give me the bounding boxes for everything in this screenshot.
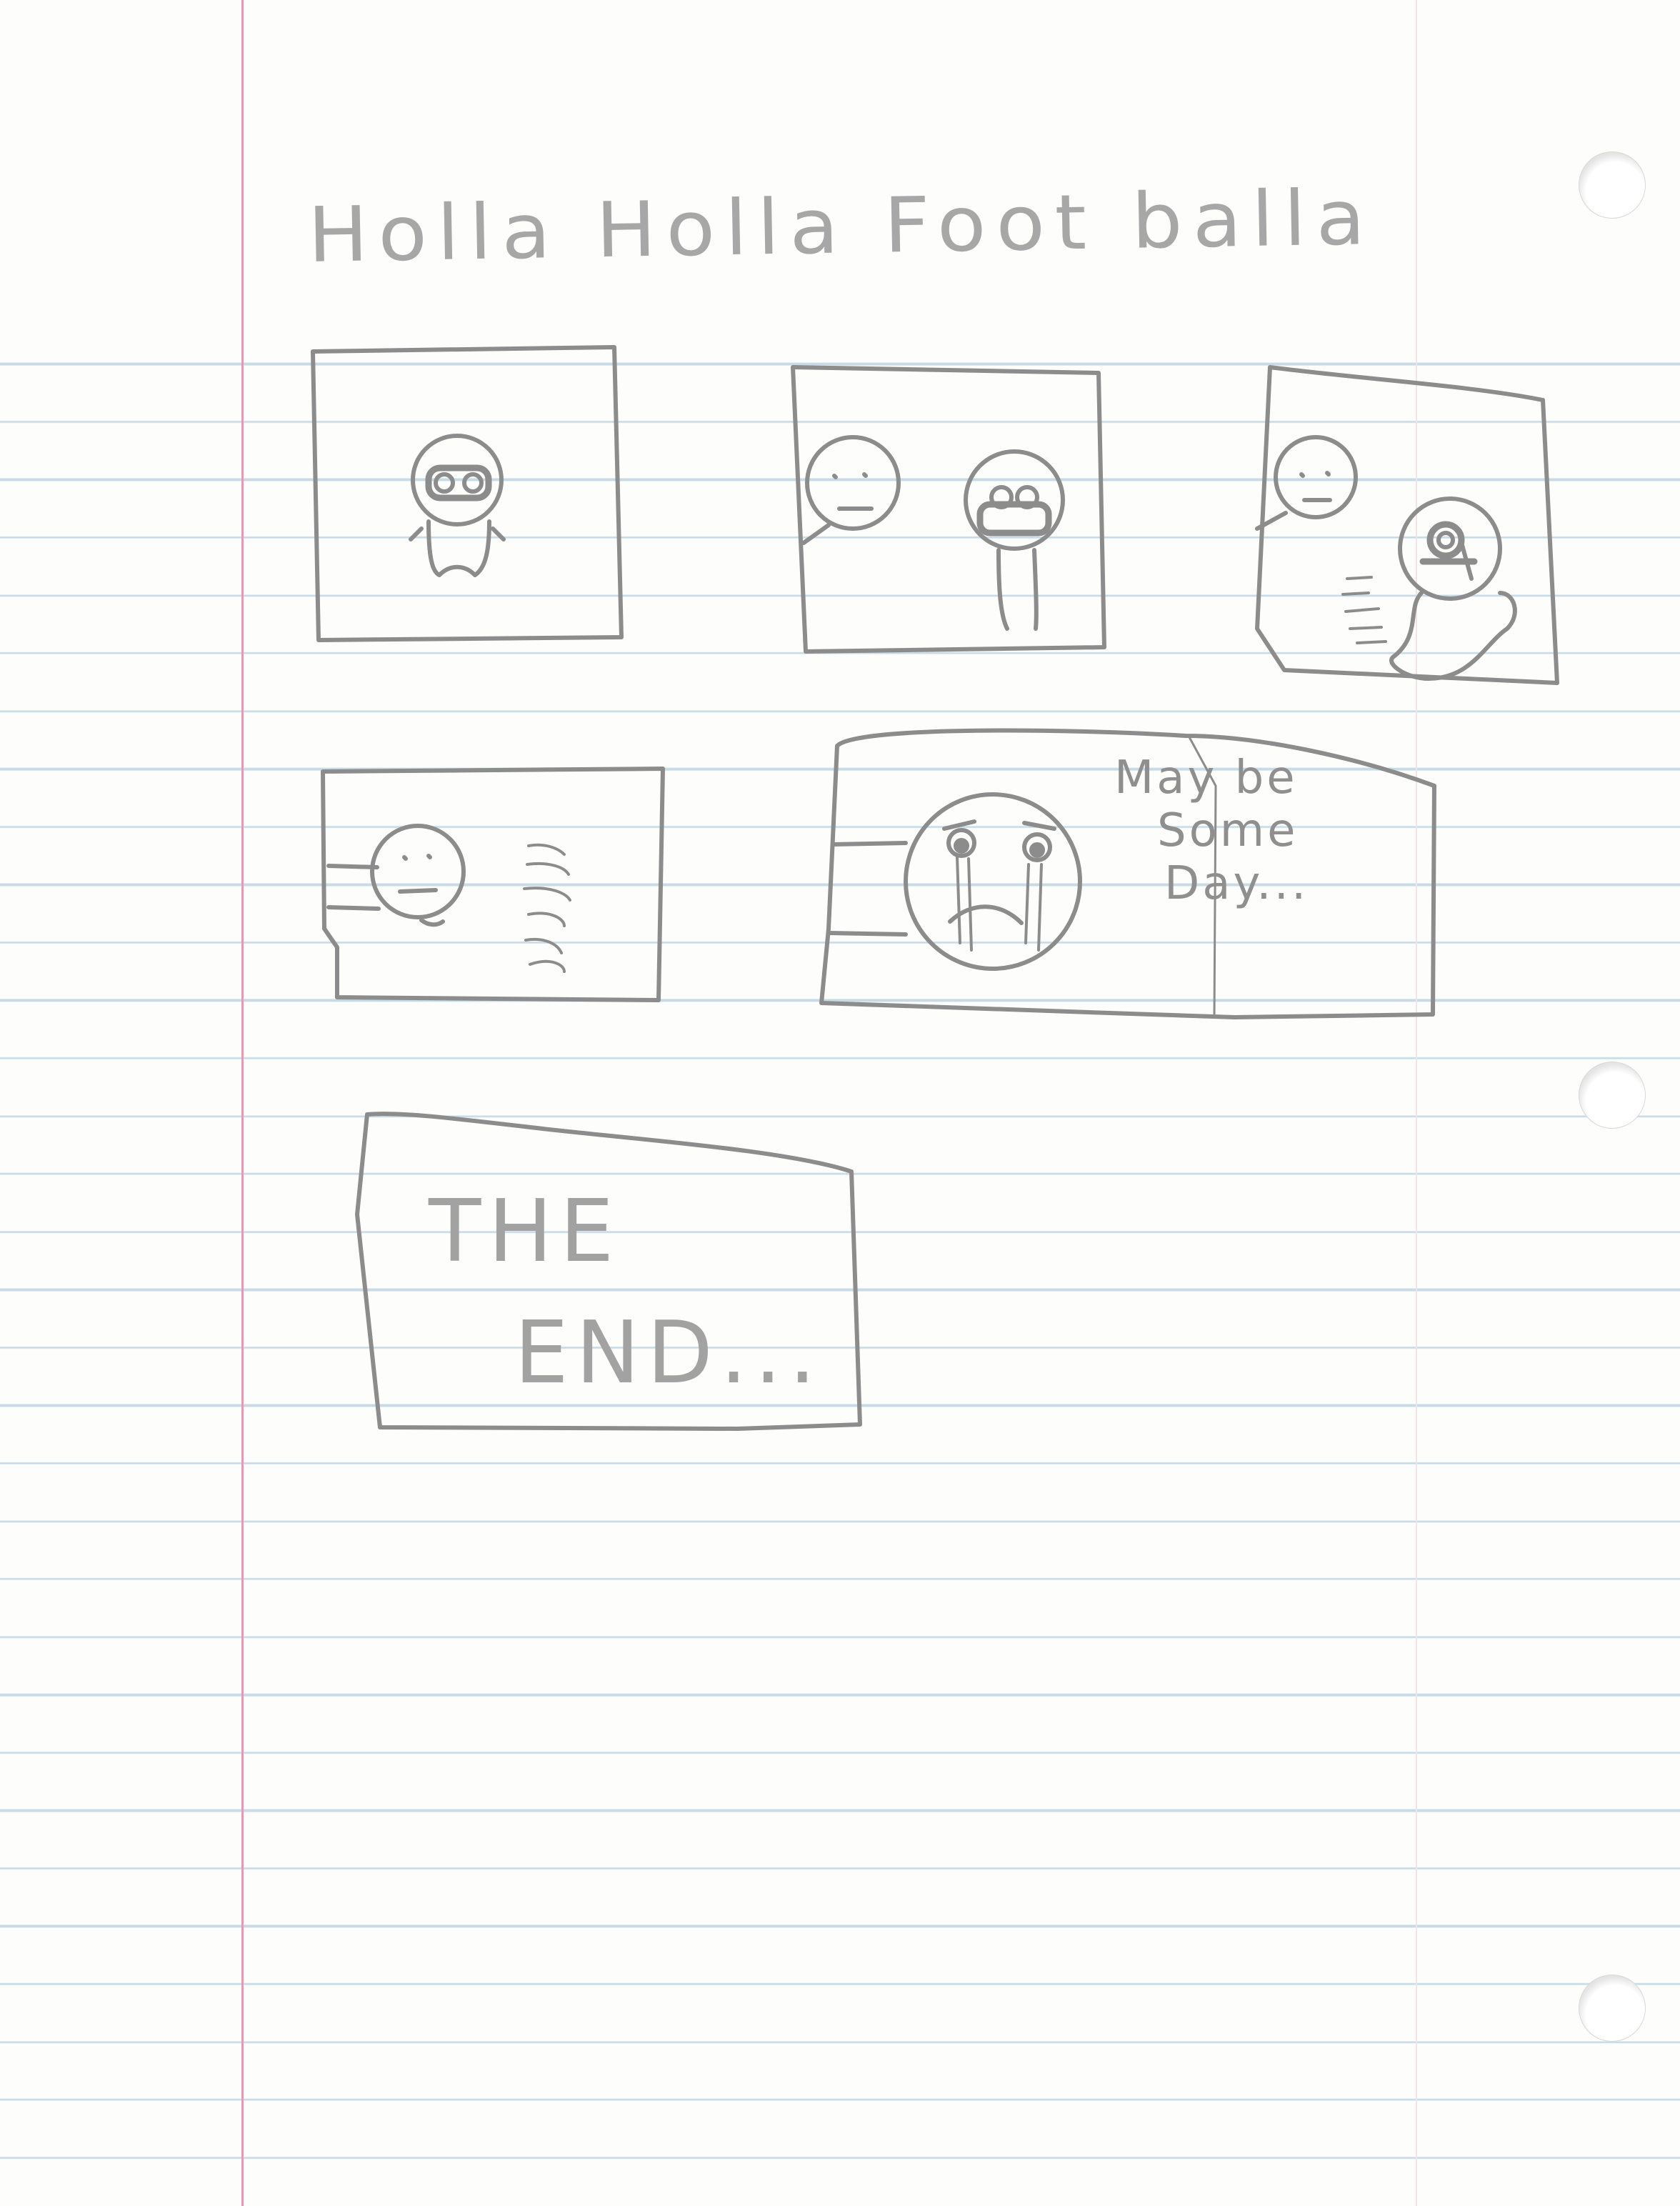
speech-line-2: Some bbox=[1157, 804, 1299, 857]
panel-3-motion-lines bbox=[1341, 576, 1387, 644]
panel-2 bbox=[791, 365, 1106, 654]
panel-2-right-character bbox=[964, 449, 1065, 631]
panel-3-right-character bbox=[1389, 496, 1517, 681]
panel-4-character bbox=[326, 824, 466, 927]
comic-title: Holla Holla Foot balla bbox=[307, 174, 1376, 280]
panel-6-caption: THE END... bbox=[429, 1172, 823, 1414]
notebook-page: Holla Holla Foot balla May be Some Day..… bbox=[0, 0, 1680, 2206]
panel-2-left-character bbox=[801, 435, 901, 545]
comic-drawing bbox=[311, 345, 1559, 1431]
panel-1-character bbox=[409, 434, 506, 577]
panel-5-speech: May be Some Day... bbox=[1114, 752, 1309, 910]
speech-line-1: May be bbox=[1114, 752, 1298, 804]
panel-4-motion-lines bbox=[523, 843, 571, 973]
caption-line-2: END... bbox=[514, 1304, 824, 1403]
panel-3-left-character bbox=[1255, 435, 1358, 531]
panel-1-frame bbox=[311, 345, 624, 642]
panel-4 bbox=[321, 767, 665, 1002]
panel-3 bbox=[1255, 365, 1559, 685]
panel-5-crying-character bbox=[826, 792, 1082, 971]
panel-1 bbox=[311, 345, 624, 642]
caption-line-1: THE bbox=[429, 1182, 621, 1282]
speech-line-3: Day... bbox=[1164, 857, 1309, 910]
